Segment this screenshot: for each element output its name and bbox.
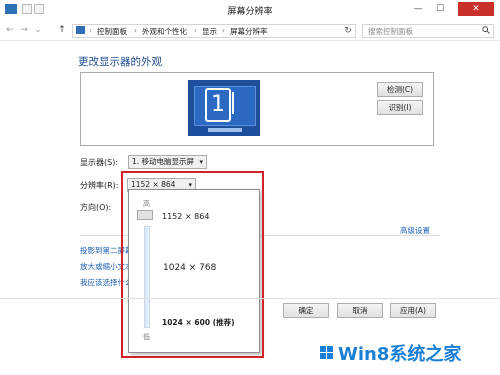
cancel-button[interactable]: 取消 <box>337 303 383 318</box>
monitor-base <box>208 128 242 132</box>
location-icon <box>76 26 85 34</box>
refresh-button[interactable]: ↻ <box>342 25 354 37</box>
breadcrumb-appearance[interactable]: 外观和个性化 <box>142 26 187 37</box>
recent-locations-button[interactable]: ⌄ <box>32 24 44 36</box>
footer-divider <box>0 298 500 299</box>
search-icon[interactable] <box>482 26 490 34</box>
monitor-number: 1 <box>205 88 231 122</box>
breadcrumb-separator: › <box>194 26 197 35</box>
chevron-down-icon: ▾ <box>199 158 203 166</box>
page-title: 更改显示器的外观 <box>78 56 162 68</box>
highlight-box <box>121 171 264 358</box>
watermark-text: Win8系统之家 <box>338 344 462 365</box>
breadcrumb-separator: › <box>134 26 137 35</box>
monitor-graphic <box>232 92 248 114</box>
windows-logo-icon <box>320 346 334 360</box>
detect-button[interactable]: 检测(C) <box>377 82 423 97</box>
maximize-button[interactable]: ☐ <box>430 2 450 16</box>
close-button[interactable]: ✕ <box>458 2 494 16</box>
apply-button[interactable]: 应用(A) <box>390 303 436 318</box>
orientation-label: 方向(O): <box>80 203 112 212</box>
search-placeholder: 搜索控制面板 <box>368 27 413 36</box>
display-label: 显示器(S): <box>80 158 119 167</box>
display-select[interactable]: 1. 移动电脑显示屏 ▾ <box>128 155 207 169</box>
resolution-label: 分辨率(R): <box>80 181 119 190</box>
breadcrumb-control-panel[interactable]: 控制面板 <box>97 26 127 37</box>
forward-button[interactable]: → <box>18 24 30 36</box>
identify-button[interactable]: 识别(I) <box>377 100 423 115</box>
breadcrumb-display[interactable]: 显示 <box>202 26 217 37</box>
breadcrumb-screen-resolution[interactable]: 屏幕分辨率 <box>230 26 268 37</box>
breadcrumb-separator: › <box>89 26 92 35</box>
back-button[interactable]: ← <box>4 24 16 36</box>
up-button[interactable]: ↑ <box>56 24 68 36</box>
minimize-button[interactable]: — <box>408 2 428 16</box>
ok-button[interactable]: 确定 <box>283 303 329 318</box>
breadcrumb-separator: › <box>222 26 225 35</box>
